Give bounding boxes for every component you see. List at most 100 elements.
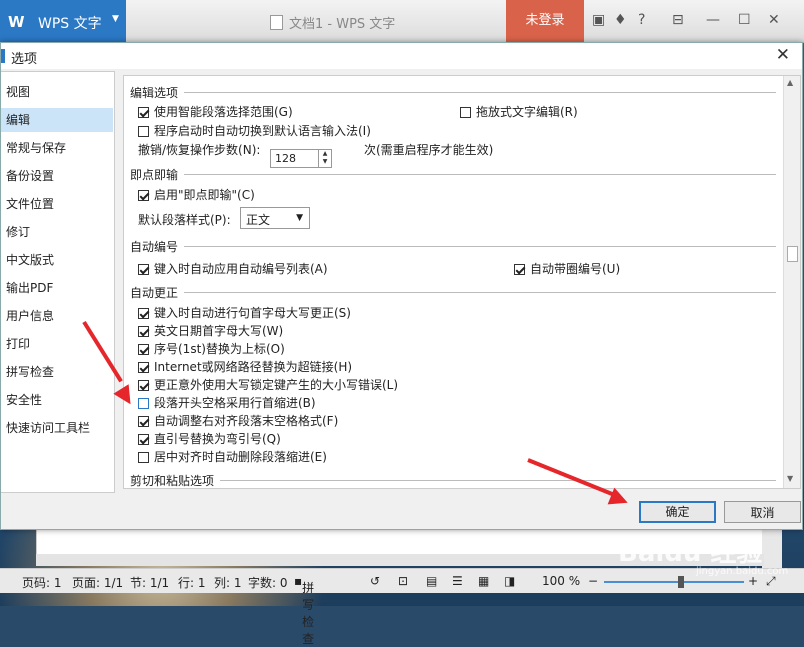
watermark-logo: Baidu 经验 bbox=[618, 538, 763, 568]
auto-list-option[interactable]: 键入时自动应用自动编号列表(A) bbox=[138, 260, 328, 277]
nav-item-view[interactable]: 视图 bbox=[1, 80, 113, 104]
zoom-out-button[interactable]: − bbox=[588, 574, 598, 588]
doc-vertical-scrollbar[interactable] bbox=[762, 528, 782, 568]
autocorrect-item-capitalize[interactable]: 键入时自动进行句首字母大写更正(S) bbox=[138, 304, 351, 321]
spell-check-toggle[interactable]: ▪ 拼写检查 bbox=[294, 574, 314, 646]
divider bbox=[184, 92, 776, 93]
checkbox[interactable] bbox=[138, 107, 149, 118]
document-icon bbox=[270, 15, 283, 30]
nav-item-revision[interactable]: 修订 bbox=[1, 220, 113, 244]
status-pages: 页面: 1/1 bbox=[72, 576, 124, 590]
close-app-icon[interactable]: ✕ bbox=[768, 12, 780, 28]
undo-steps-note: 次(需重启程序才能生效) bbox=[364, 143, 494, 157]
nav-item-security[interactable]: 安全性 bbox=[1, 388, 113, 412]
save-history-icon[interactable]: ↺ bbox=[370, 574, 380, 588]
checkbox[interactable] bbox=[138, 380, 149, 391]
nav-item-chinese-layout[interactable]: 中文版式 bbox=[1, 248, 113, 272]
smart-select-option[interactable]: 使用智能段落选择范围(G) bbox=[138, 103, 293, 120]
section-paste-title: 剪切和粘贴选项 bbox=[130, 474, 215, 488]
checkbox[interactable] bbox=[138, 308, 149, 319]
options-dialog: 选项 ✕ 视图 编辑 常规与保存 备份设置 文件位置 修订 中文版式 输出PDF… bbox=[0, 42, 803, 530]
help-icon[interactable]: ? bbox=[638, 12, 645, 28]
status-words[interactable]: 字数: 0 bbox=[248, 574, 288, 591]
para-style-label: 默认段落样式(P): bbox=[138, 213, 231, 227]
zoom-slider[interactable] bbox=[604, 581, 744, 583]
autocorrect-item-capslock[interactable]: 更正意外使用大写锁定键产生的大小写错误(L) bbox=[138, 376, 398, 393]
zoom-slider-thumb[interactable] bbox=[678, 576, 684, 588]
checkbox[interactable] bbox=[138, 362, 149, 373]
maximize-icon[interactable]: ☐ bbox=[738, 12, 751, 28]
edit-options-panel: 编辑选项 使用智能段落选择范围(G) 拖放式文字编辑(R) 程序启动时自动切换到… bbox=[123, 75, 801, 489]
wps-logo-icon: W bbox=[8, 13, 25, 31]
drag-drop-option[interactable]: 拖放式文字编辑(R) bbox=[460, 103, 578, 120]
close-icon[interactable]: ✕ bbox=[776, 45, 790, 65]
ok-button[interactable]: 确定 bbox=[639, 501, 716, 523]
nav-item-output-pdf[interactable]: 输出PDF bbox=[1, 276, 113, 300]
options-scrollbar[interactable]: ▲ ▼ bbox=[783, 76, 800, 488]
autocorrect-item-dates[interactable]: 英文日期首字母大写(W) bbox=[138, 322, 283, 339]
undo-steps-label: 撤销/恢复操作步数(N): bbox=[138, 143, 261, 157]
app-titlebar: W WPS 文字 ▼ 文档1 - WPS 文字 未登录 ▣ ♦ ? ⊟ — ☐ … bbox=[0, 0, 804, 43]
wps-menu-button[interactable]: W WPS 文字 ▼ bbox=[0, 0, 126, 42]
section-auto-number-title: 自动编号 bbox=[130, 240, 179, 254]
autocorrect-item-leading-space[interactable]: 段落开头空格采用行首缩进(B) bbox=[138, 394, 316, 411]
options-nav: 视图 编辑 常规与保存 备份设置 文件位置 修订 中文版式 输出PDF 用户信息… bbox=[1, 71, 115, 493]
dialog-app-icon bbox=[1, 49, 5, 63]
auto-circle-option[interactable]: 自动带圈编号(U) bbox=[514, 260, 620, 277]
minimize-icon[interactable]: — bbox=[706, 12, 720, 28]
login-button[interactable]: 未登录 bbox=[506, 0, 584, 42]
undo-steps-stepper[interactable]: 128 ▲ ▼ bbox=[270, 149, 332, 168]
shirt-icon[interactable]: ♦ bbox=[614, 12, 627, 28]
checkbox[interactable] bbox=[138, 434, 149, 445]
click-type-option[interactable]: 启用"即点即输"(C) bbox=[138, 186, 255, 203]
section-edit-title: 编辑选项 bbox=[130, 86, 179, 100]
ime-switch-option[interactable]: 程序启动时自动切换到默认语言输入法(I) bbox=[138, 122, 371, 139]
divider bbox=[184, 246, 776, 247]
checkbox[interactable] bbox=[138, 264, 149, 275]
outline-view-icon[interactable]: ☰ bbox=[452, 574, 463, 588]
section-autocorrect-title: 自动更正 bbox=[130, 286, 179, 300]
checkbox[interactable] bbox=[514, 264, 525, 275]
nav-item-general-save[interactable]: 常规与保存 bbox=[1, 136, 113, 160]
document-title: 文档1 - WPS 文字 bbox=[270, 13, 395, 32]
nav-item-edit[interactable]: 编辑 bbox=[1, 108, 113, 132]
autocorrect-item-ordinal[interactable]: 序号(1st)替换为上标(O) bbox=[138, 340, 285, 357]
scrollbar-thumb[interactable] bbox=[787, 246, 798, 262]
checkbox[interactable] bbox=[138, 398, 149, 409]
divider bbox=[184, 292, 776, 293]
status-col: 列: 1 bbox=[214, 576, 242, 590]
divider bbox=[220, 480, 776, 481]
zoom-level[interactable]: 100 % bbox=[542, 574, 580, 588]
checkbox[interactable] bbox=[138, 452, 149, 463]
web-view-icon[interactable]: ▦ bbox=[478, 574, 489, 588]
checkbox[interactable] bbox=[138, 344, 149, 355]
autocorrect-item-smart-quotes[interactable]: 直引号替换为弯引号(Q) bbox=[138, 430, 281, 447]
autocorrect-item-hyperlink[interactable]: Internet或网络路径替换为超链接(H) bbox=[138, 358, 352, 375]
para-style-select[interactable]: 正文 ▼ bbox=[240, 207, 310, 229]
nav-item-quick-access[interactable]: 快速访问工具栏 bbox=[1, 416, 113, 440]
cancel-button[interactable]: 取消 bbox=[724, 501, 801, 523]
focus-mode-icon[interactable]: ⊡ bbox=[398, 574, 408, 588]
nav-item-spell-check[interactable]: 拼写检查 bbox=[1, 360, 113, 384]
restore-toolbar-icon[interactable]: ⊟ bbox=[672, 12, 684, 28]
reading-mode-icon[interactable]: ◨ bbox=[504, 574, 515, 588]
scroll-up-icon[interactable]: ▲ bbox=[787, 78, 793, 87]
checkbox[interactable] bbox=[138, 326, 149, 337]
autocorrect-item-right-align[interactable]: 自动调整右对齐段落末空格格式(F) bbox=[138, 412, 338, 429]
autocorrect-item-center-indent[interactable]: 居中对齐时自动删除段落缩进(E) bbox=[138, 448, 327, 465]
scroll-down-icon[interactable]: ▼ bbox=[787, 474, 793, 483]
nav-item-user-info[interactable]: 用户信息 bbox=[1, 304, 113, 328]
page-view-icon[interactable]: ▤ bbox=[426, 574, 437, 588]
nav-item-backup[interactable]: 备份设置 bbox=[1, 164, 113, 188]
checkbox[interactable] bbox=[460, 107, 471, 118]
checkbox[interactable] bbox=[138, 190, 149, 201]
checkbox[interactable] bbox=[138, 416, 149, 427]
spin-arrows-icon[interactable]: ▲ ▼ bbox=[318, 150, 331, 167]
nav-item-file-location[interactable]: 文件位置 bbox=[1, 192, 113, 216]
divider bbox=[184, 174, 776, 175]
skin-icon[interactable]: ▣ bbox=[592, 12, 605, 28]
dialog-titlebar: 选项 ✕ bbox=[1, 43, 802, 69]
checkbox[interactable] bbox=[138, 126, 149, 137]
chevron-down-icon: ▼ bbox=[112, 14, 119, 24]
statusbar: 页码: 1 页面: 1/1 节: 1/1 行: 1 列: 1 字数: 0 ▪ 拼… bbox=[0, 568, 804, 646]
